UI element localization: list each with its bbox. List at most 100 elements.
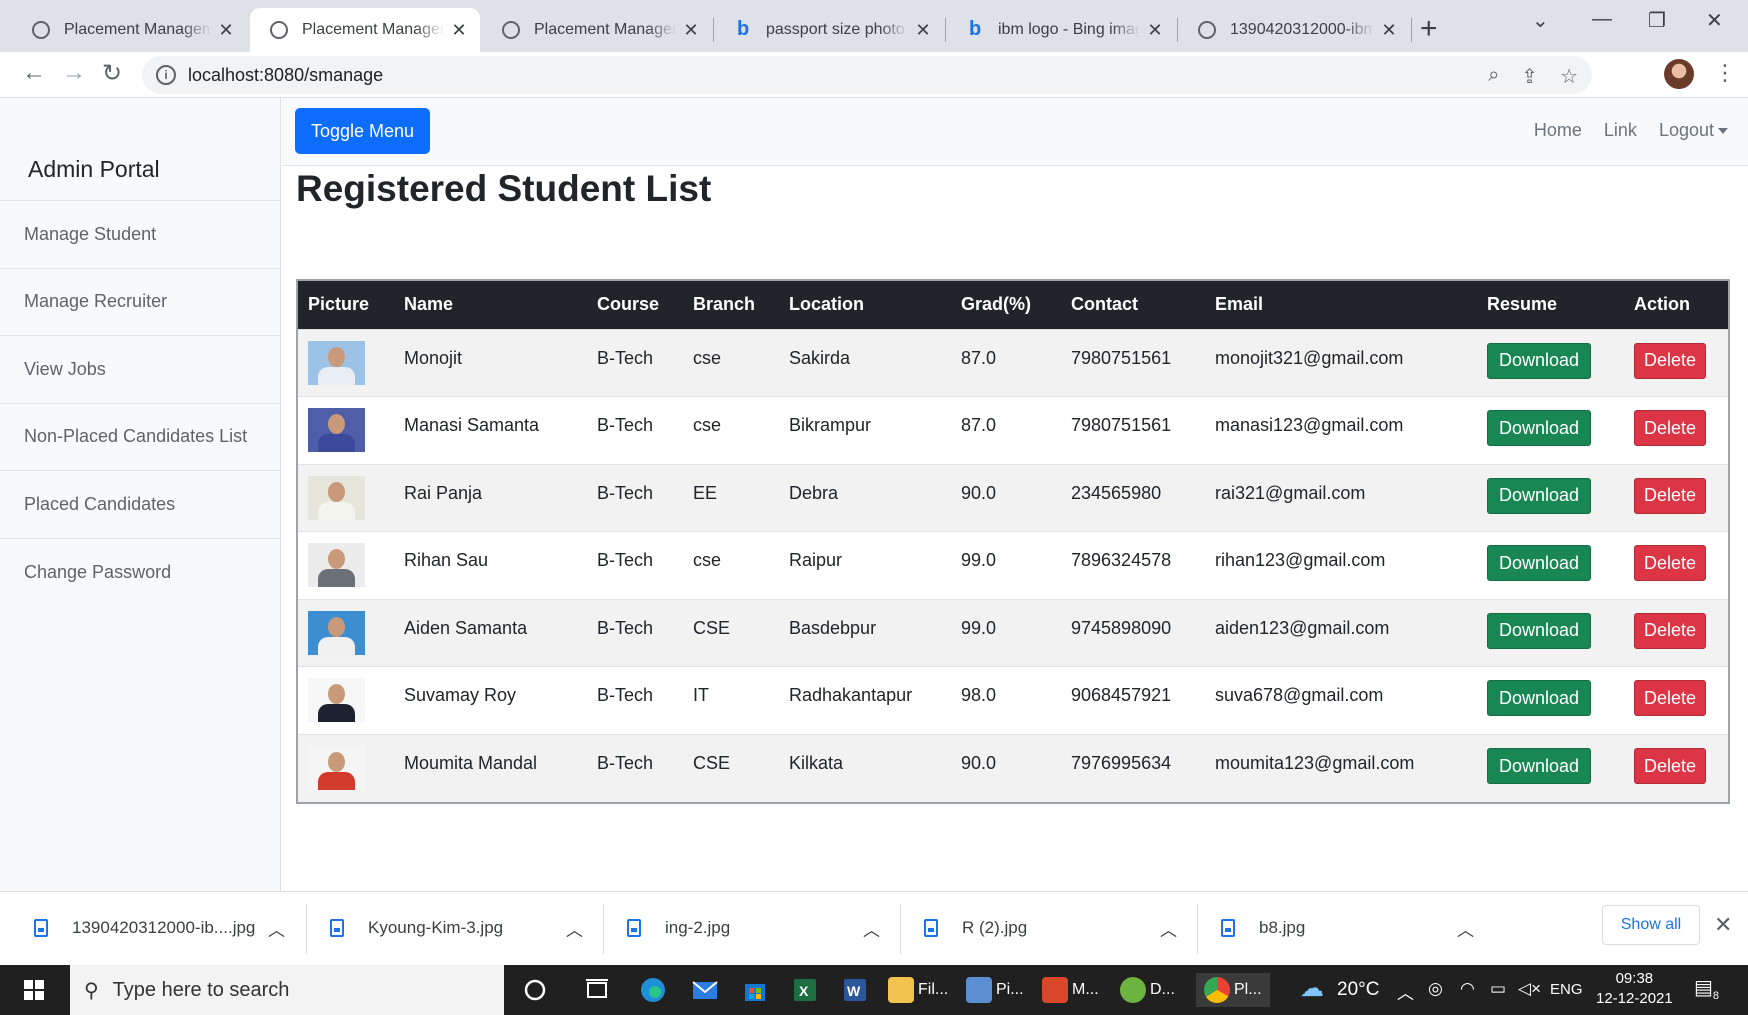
browser-tab[interactable]: 1390420312000-ibm-l ✕ — [1178, 8, 1410, 52]
delete-student-button[interactable]: Delete — [1634, 342, 1707, 379]
download-resume-button[interactable]: Download — [1487, 545, 1592, 582]
browser-tab[interactable]: Placement Management ✕ — [12, 8, 247, 52]
download-resume-button[interactable]: Download — [1487, 612, 1592, 649]
taskbar-app-photos[interactable]: Pi... — [966, 973, 1024, 1007]
browser-tab[interactable]: ibm logo - Bing images ✕ — [946, 8, 1176, 52]
download-resume-button[interactable]: Download — [1487, 410, 1592, 447]
browser-tab[interactable]: passport size photo - ✕ — [714, 8, 944, 52]
notifications-icon[interactable]: ▤8 — [1694, 975, 1719, 1002]
student-photo — [308, 678, 365, 723]
browser-tab-active[interactable]: Placement Management ✕ — [250, 8, 480, 52]
taskbar-app-m[interactable]: M... — [1042, 973, 1099, 1007]
sidebar-item-manage-recruiter[interactable]: Manage Recruiter — [0, 269, 280, 336]
taskbar-clock[interactable]: 09:38 12-12-2021 — [1596, 969, 1673, 1009]
sidebar-item-placed-candidates[interactable]: Placed Candidates — [0, 471, 280, 539]
download-item[interactable]: 1390420312000-ib....jpg — [34, 906, 255, 950]
nav-logout-dropdown[interactable]: Logout — [1659, 120, 1728, 141]
close-shelf-icon[interactable]: ✕ — [1714, 912, 1732, 938]
wifi-icon[interactable]: ◠ — [1460, 979, 1475, 999]
close-tab-icon[interactable]: ✕ — [217, 20, 235, 41]
download-resume-button[interactable]: Download — [1487, 680, 1592, 717]
download-item[interactable]: b8.jpg — [1221, 906, 1305, 950]
table-row: Moumita Mandal B-Tech CSE Kilkata 90.0 797699… — [298, 734, 1728, 803]
restore-icon[interactable]: ❐ — [1648, 8, 1666, 33]
profile-avatar[interactable] — [1664, 59, 1694, 89]
cell-name: Moumita Mandal — [394, 734, 587, 803]
file-icon — [34, 919, 48, 937]
close-tab-icon[interactable]: ✕ — [450, 20, 468, 41]
meet-now-icon[interactable]: ◎ — [1428, 979, 1443, 999]
back-icon[interactable]: ← — [22, 59, 46, 87]
download-item[interactable]: ing-2.jpg — [627, 906, 730, 950]
cortana-icon[interactable] — [520, 975, 550, 1005]
close-window-icon[interactable]: ✕ — [1706, 8, 1723, 33]
new-tab-icon[interactable]: + — [1420, 12, 1438, 46]
store-icon[interactable] — [740, 975, 770, 1005]
nav-home-link[interactable]: Home — [1534, 120, 1582, 141]
delete-student-button[interactable]: Delete — [1634, 545, 1707, 582]
chevron-up-icon[interactable]: ︿ — [268, 906, 285, 950]
word-icon[interactable]: W — [840, 975, 870, 1005]
taskbar-app-file-explorer[interactable]: Fil... — [888, 973, 948, 1007]
share-icon[interactable]: ⇪ — [1521, 64, 1538, 89]
weather-temperature[interactable]: 20°C — [1337, 979, 1379, 1001]
sidebar-item-non-placed-candidates[interactable]: Non-Placed Candidates List — [0, 404, 280, 471]
browser-tab[interactable]: Placement Management ✕ — [482, 8, 712, 52]
chevron-up-icon[interactable]: ︿ — [566, 906, 583, 950]
site-info-icon[interactable]: i — [156, 65, 176, 85]
taskbar-app-d[interactable]: D... — [1120, 973, 1175, 1007]
sidebar-item-manage-student[interactable]: Manage Student — [0, 201, 280, 269]
download-resume-button[interactable]: Download — [1487, 748, 1592, 785]
reload-icon[interactable]: ↻ — [102, 59, 122, 88]
cell-name: Rihan Sau — [394, 531, 587, 600]
file-icon — [330, 919, 344, 937]
minimize-icon[interactable]: — — [1592, 8, 1612, 31]
chevron-up-icon[interactable]: ︿ — [863, 906, 880, 950]
tray-chevron-up-icon[interactable]: ︿ — [1397, 979, 1414, 1004]
download-item[interactable]: R (2).jpg — [924, 906, 1027, 950]
weather-cloud-icon[interactable]: ☁ — [1300, 974, 1324, 1003]
download-resume-button[interactable]: Download — [1487, 342, 1592, 379]
language-indicator[interactable]: ENG — [1550, 981, 1583, 998]
cell-course: B-Tech — [587, 463, 683, 532]
chevron-up-icon[interactable]: ︿ — [1457, 906, 1474, 950]
cell-course: B-Tech — [587, 328, 683, 397]
show-all-downloads-button[interactable]: Show all — [1602, 905, 1700, 945]
task-view-icon[interactable] — [582, 975, 612, 1005]
download-resume-button[interactable]: Download — [1487, 477, 1592, 514]
bookmark-star-icon[interactable]: ☆ — [1560, 64, 1578, 89]
nav-link-link[interactable]: Link — [1604, 120, 1637, 141]
edge-icon[interactable] — [638, 975, 668, 1005]
table-row: Rihan Sau B-Tech cse Raipur 99.0 7896324578 ri… — [298, 531, 1728, 600]
sidebar-item-view-jobs[interactable]: View Jobs — [0, 336, 280, 404]
student-photo — [308, 475, 365, 520]
close-tab-icon[interactable]: ✕ — [1146, 20, 1164, 41]
browser-menu-icon[interactable]: ⋮ — [1714, 60, 1736, 86]
delete-student-button[interactable]: Delete — [1634, 410, 1707, 447]
windows-start-icon[interactable] — [24, 980, 44, 1000]
zoom-icon[interactable]: ⌕ — [1488, 64, 1499, 89]
taskbar-app-chrome[interactable]: Pl... — [1196, 973, 1270, 1007]
student-photo — [308, 543, 365, 588]
excel-icon[interactable]: X — [790, 975, 820, 1005]
address-bar[interactable]: i localhost:8080/smanage — [142, 56, 1592, 94]
battery-icon[interactable]: ▭ — [1490, 979, 1506, 999]
mail-icon[interactable] — [690, 975, 720, 1005]
close-tab-icon[interactable]: ✕ — [1380, 20, 1398, 41]
sidebar-item-change-password[interactable]: Change Password — [0, 539, 280, 607]
delete-student-button[interactable]: Delete — [1634, 612, 1707, 649]
taskbar-search[interactable]: ⚲ Type here to search — [70, 965, 504, 1015]
taskbar-app-label: Pl... — [1234, 981, 1262, 998]
close-tab-icon[interactable]: ✕ — [914, 20, 932, 41]
close-tab-icon[interactable]: ✕ — [682, 20, 700, 41]
chevron-up-icon[interactable]: ︿ — [1160, 906, 1177, 950]
delete-student-button[interactable]: Delete — [1634, 748, 1707, 785]
forward-icon[interactable]: → — [62, 59, 86, 87]
toggle-menu-button[interactable]: Toggle Menu — [295, 108, 431, 154]
tab-search-chevron-icon[interactable]: ⌄ — [1532, 8, 1549, 33]
cell-branch: CSE — [683, 734, 779, 803]
download-item[interactable]: Kyoung-Kim-3.jpg — [330, 906, 503, 950]
delete-student-button[interactable]: Delete — [1634, 477, 1707, 514]
volume-muted-icon[interactable]: ◁× — [1518, 979, 1541, 999]
delete-student-button[interactable]: Delete — [1634, 680, 1707, 717]
